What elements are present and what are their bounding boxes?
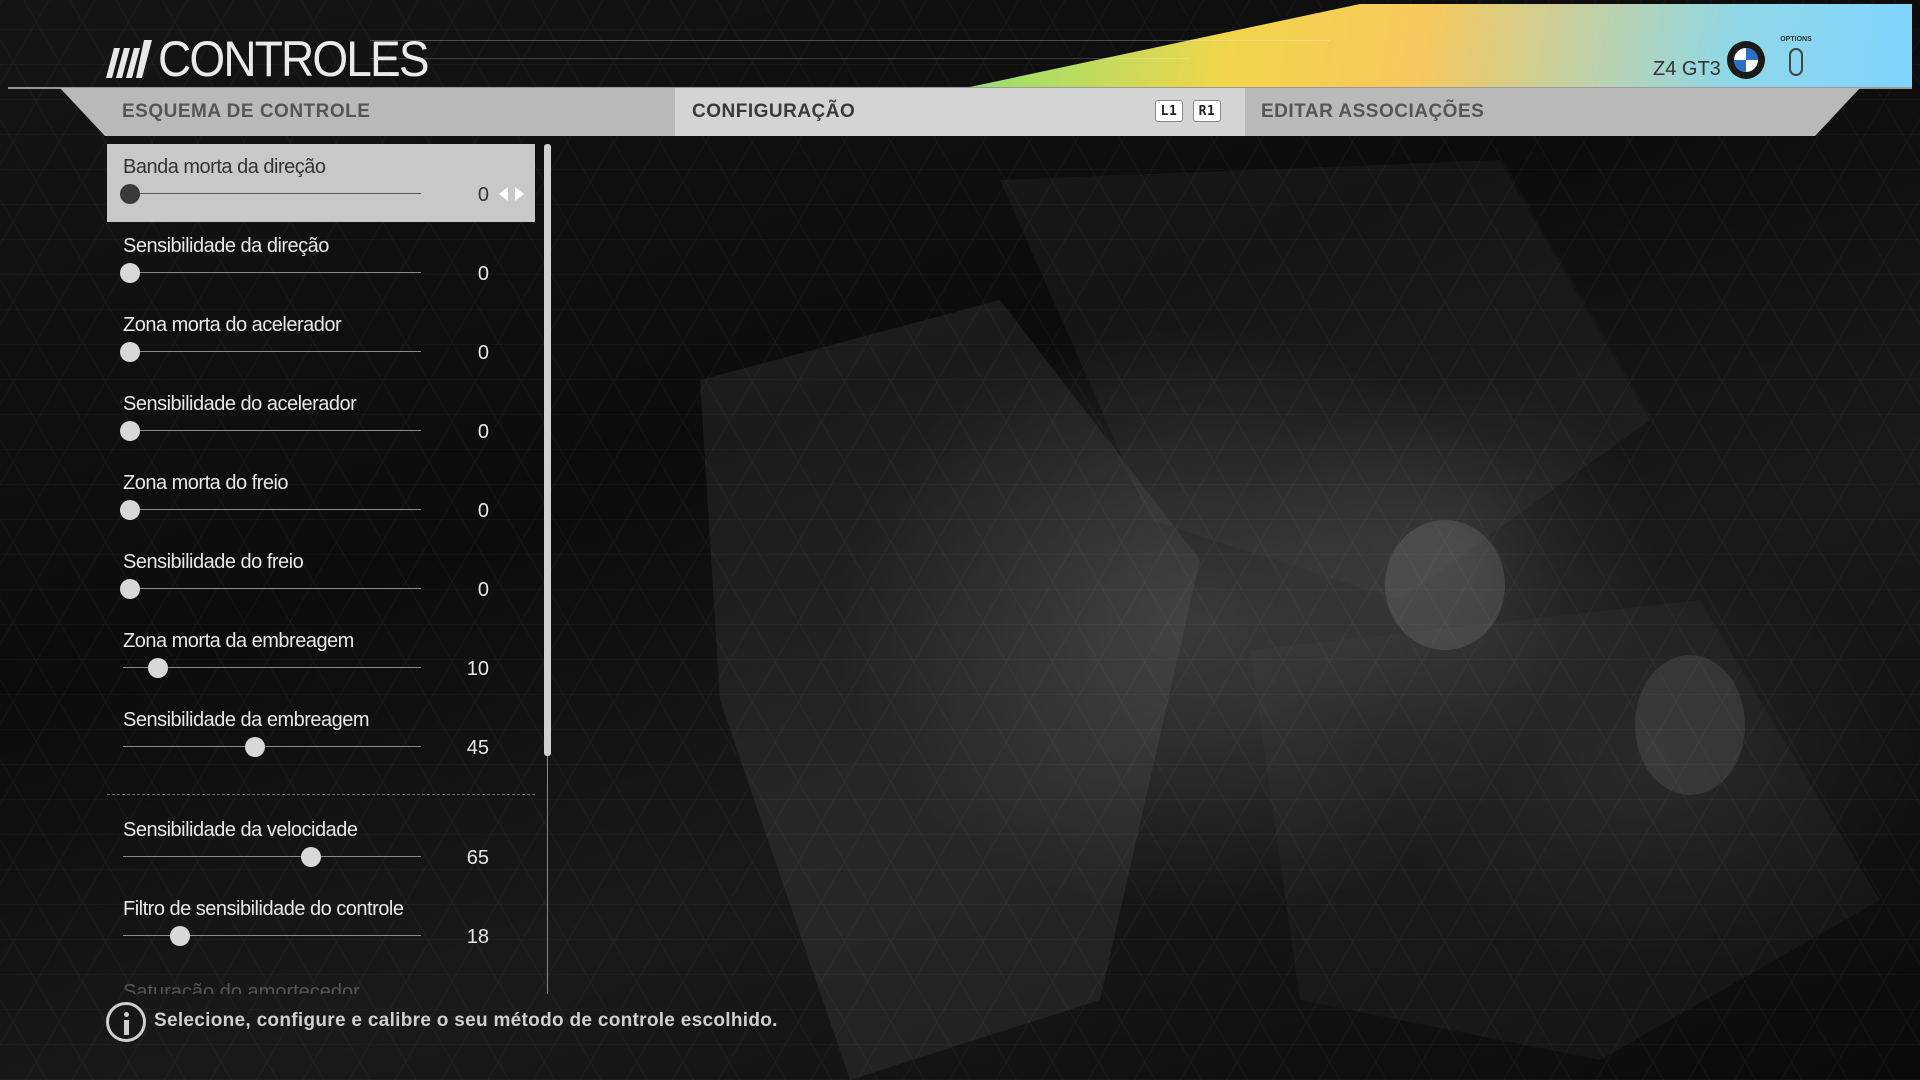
- slider-track[interactable]: [123, 430, 421, 431]
- setting-row[interactable]: Sensibilidade da velocidade 65: [107, 807, 535, 885]
- setting-label: Banda morta da direção: [123, 156, 326, 178]
- setting-row[interactable]: Sensibilidade da embreagem 45: [107, 697, 535, 775]
- help-text: Selecione, configure e calibre o seu mét…: [154, 1010, 778, 1031]
- setting-row[interactable]: Sensibilidade do acelerador 0: [107, 381, 535, 459]
- setting-row[interactable]: Sensibilidade da direção 0: [107, 223, 535, 301]
- section-divider: [107, 794, 535, 795]
- l1-key-icon: L1: [1155, 100, 1183, 122]
- setting-row[interactable]: Sensibilidade do freio 0: [107, 539, 535, 617]
- slider-track[interactable]: [123, 193, 421, 194]
- setting-row[interactable]: Zona morta do acelerador 0: [107, 302, 535, 380]
- slider-knob[interactable]: [120, 421, 140, 441]
- setting-label-partial: Saturação do amortecedor: [123, 981, 360, 994]
- setting-label: Sensibilidade da velocidade: [123, 819, 358, 841]
- slider-knob[interactable]: [147, 658, 168, 678]
- options-button-icon: [1789, 48, 1803, 76]
- setting-label: Sensibilidade do acelerador: [123, 393, 357, 415]
- slider-track[interactable]: [123, 588, 421, 589]
- slider-track[interactable]: [123, 935, 421, 936]
- setting-value: 0: [477, 500, 489, 522]
- setting-row[interactable]: Filtro de sensibilidade do controle 18: [107, 886, 535, 964]
- project-cars-logo-icon: [106, 40, 152, 78]
- tab-control-scheme[interactable]: ESQUEMA DE CONTROLE: [122, 88, 737, 136]
- setting-row[interactable]: Zona morta do freio 0: [107, 460, 535, 538]
- setting-value: 0: [477, 342, 489, 364]
- setting-label: Zona morta do freio: [123, 472, 289, 494]
- value-arrows[interactable]: [495, 184, 531, 204]
- setting-value: 0: [477, 421, 489, 443]
- arrow-left-icon[interactable]: [499, 187, 508, 201]
- setting-label: Sensibilidade da direção: [123, 235, 329, 257]
- tab-configuration[interactable]: CONFIGURAÇÃO L1 R1: [675, 88, 1245, 136]
- r1-key-icon: R1: [1193, 100, 1221, 122]
- setting-label: Zona morta do acelerador: [123, 314, 342, 336]
- setting-value: 0: [477, 184, 489, 206]
- bmw-logo-icon: [1727, 41, 1765, 79]
- tab-configuration-label: CONFIGURAÇÃO: [692, 101, 856, 122]
- tab-bar: ESQUEMA DE CONTROLE CONFIGURAÇÃO L1 R1 E…: [60, 88, 1860, 136]
- tab-edit-bindings[interactable]: EDITAR ASSOCIAÇÕES: [1245, 88, 1805, 136]
- scrollbar-thumb[interactable]: [544, 144, 551, 756]
- slider-track[interactable]: [123, 746, 421, 747]
- slider-knob[interactable]: [120, 342, 140, 362]
- setting-value: 0: [477, 579, 489, 601]
- setting-value: 0: [477, 263, 489, 285]
- slider-knob[interactable]: [170, 926, 191, 946]
- slider-knob[interactable]: [120, 263, 140, 283]
- arrow-right-icon[interactable]: [515, 187, 524, 201]
- setting-value: 65: [466, 847, 489, 869]
- setting-label: Sensibilidade da embreagem: [123, 709, 370, 731]
- setting-value: 18: [466, 926, 489, 948]
- options-button[interactable]: OPTIONS: [1776, 36, 1816, 80]
- options-label: OPTIONS: [1780, 36, 1812, 43]
- slider-track[interactable]: [123, 856, 421, 857]
- header-decor-line: [370, 40, 1330, 41]
- setting-label: Sensibilidade do freio: [123, 551, 304, 573]
- page-title: CONTROLES: [158, 31, 430, 87]
- slider-knob[interactable]: [120, 500, 140, 520]
- slider-track[interactable]: [123, 272, 421, 273]
- slider-knob[interactable]: [245, 737, 266, 757]
- slider-track[interactable]: [123, 509, 421, 510]
- setting-row[interactable]: Zona morta da embreagem 10: [107, 618, 535, 696]
- car-name: Z4 GT3: [1653, 58, 1721, 80]
- slider-knob[interactable]: [300, 847, 321, 867]
- settings-list: Saturação do amortecedor Banda morta da …: [107, 144, 535, 994]
- setting-label: Filtro de sensibilidade do controle: [123, 898, 404, 920]
- setting-row[interactable]: Banda morta da direção 0: [107, 144, 535, 222]
- slider-track[interactable]: [123, 351, 421, 352]
- header-decor-line: [370, 58, 1190, 59]
- slider-knob[interactable]: [120, 579, 140, 599]
- setting-label: Zona morta da embreagem: [123, 630, 354, 652]
- info-icon: [106, 1002, 146, 1042]
- slider-knob[interactable]: [120, 184, 140, 204]
- setting-value: 45: [466, 737, 489, 759]
- setting-value: 10: [466, 658, 489, 680]
